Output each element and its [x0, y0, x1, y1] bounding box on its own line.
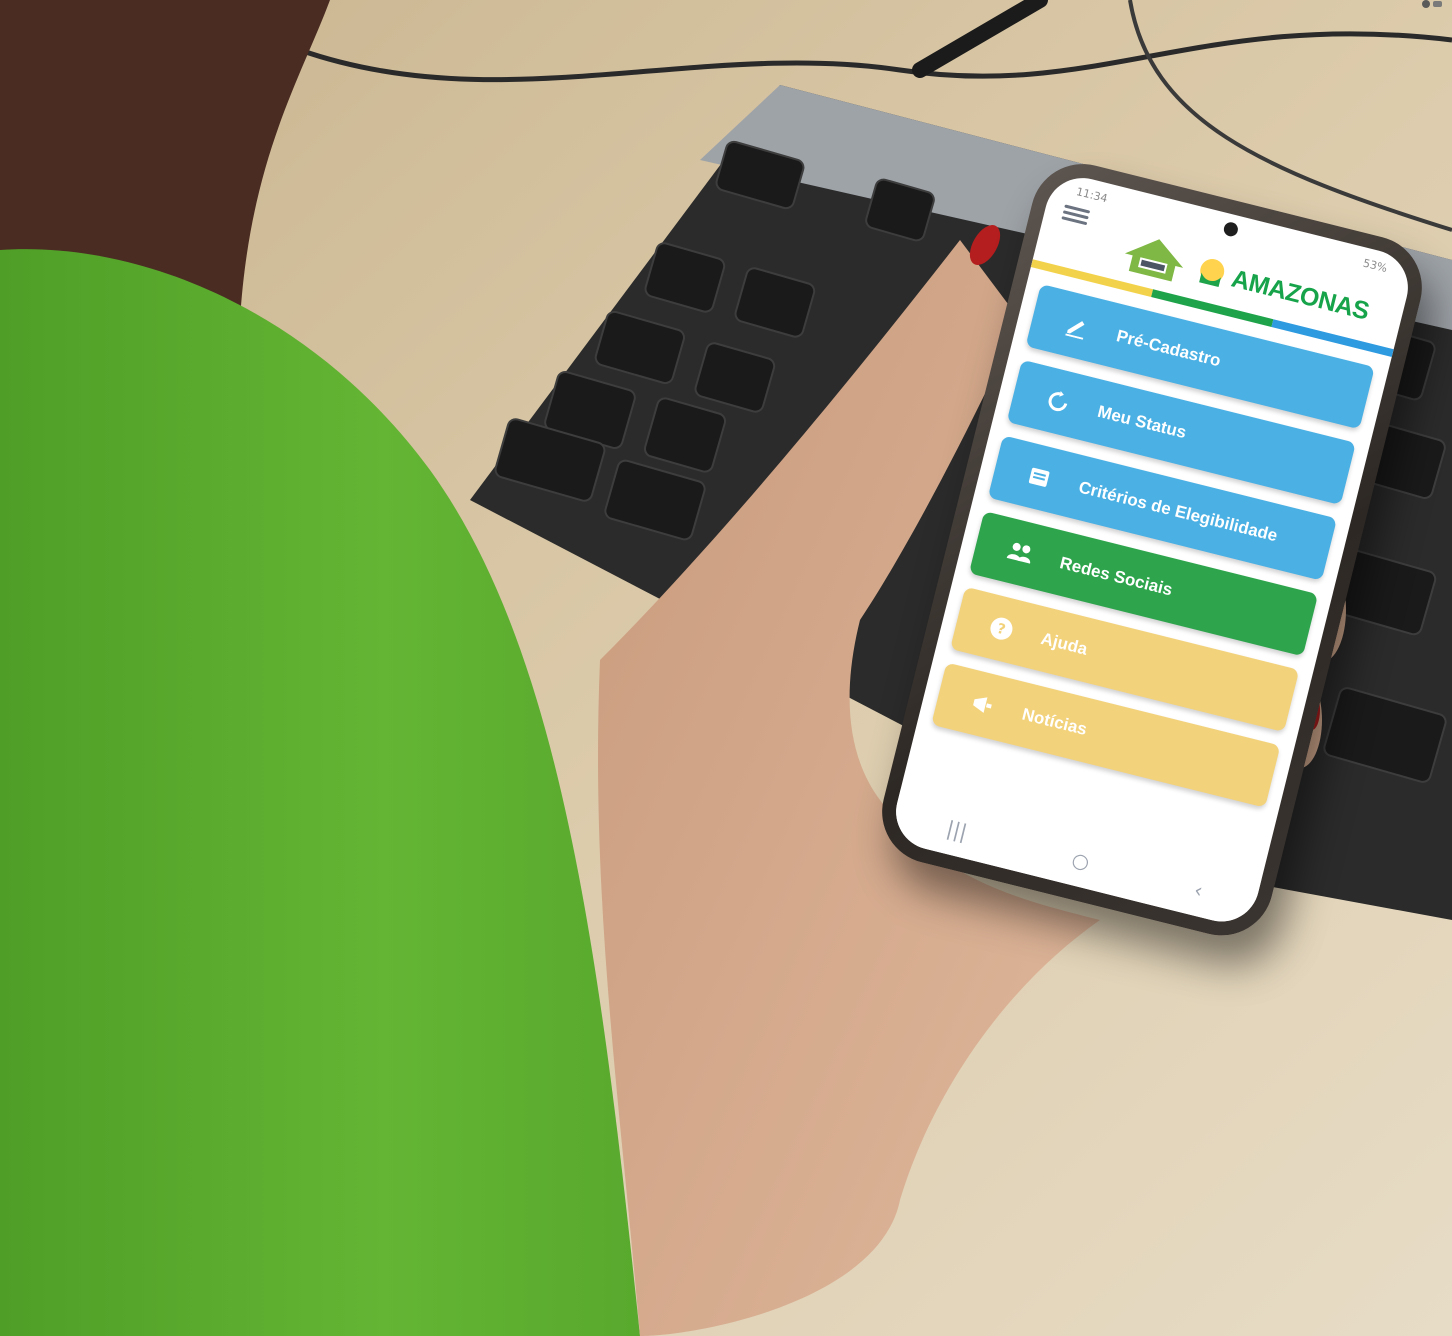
recent-apps-button[interactable]: |||	[944, 816, 969, 844]
refresh-icon	[1042, 386, 1074, 418]
status-battery: 53%	[1361, 256, 1389, 275]
menu-label: Critérios de Elegibilidade	[1076, 477, 1280, 546]
megaphone-icon	[967, 689, 999, 721]
menu-label: Meu Status	[1095, 401, 1189, 443]
users-icon	[1005, 537, 1037, 569]
pencil-icon	[1061, 310, 1093, 342]
menu-label: Ajuda	[1039, 628, 1090, 659]
menu-label: Notícias	[1020, 704, 1089, 740]
photo-scene: 11:34 53% AMAZONAS Pré-Cadastro Meu Stat…	[0, 0, 1452, 1336]
menu-label: Redes Sociais	[1057, 553, 1175, 600]
home-button[interactable]: ○	[1069, 847, 1092, 875]
question-icon: ?	[986, 613, 1018, 645]
corner-logo-icon	[1422, 0, 1442, 8]
document-icon	[1023, 462, 1055, 494]
menu-label: Pré-Cadastro	[1114, 326, 1223, 371]
status-time: 11:34	[1075, 184, 1109, 205]
house-logo-icon	[1124, 239, 1184, 282]
back-button[interactable]: ‹	[1192, 878, 1206, 903]
amazonas-crest-icon	[1199, 259, 1225, 288]
